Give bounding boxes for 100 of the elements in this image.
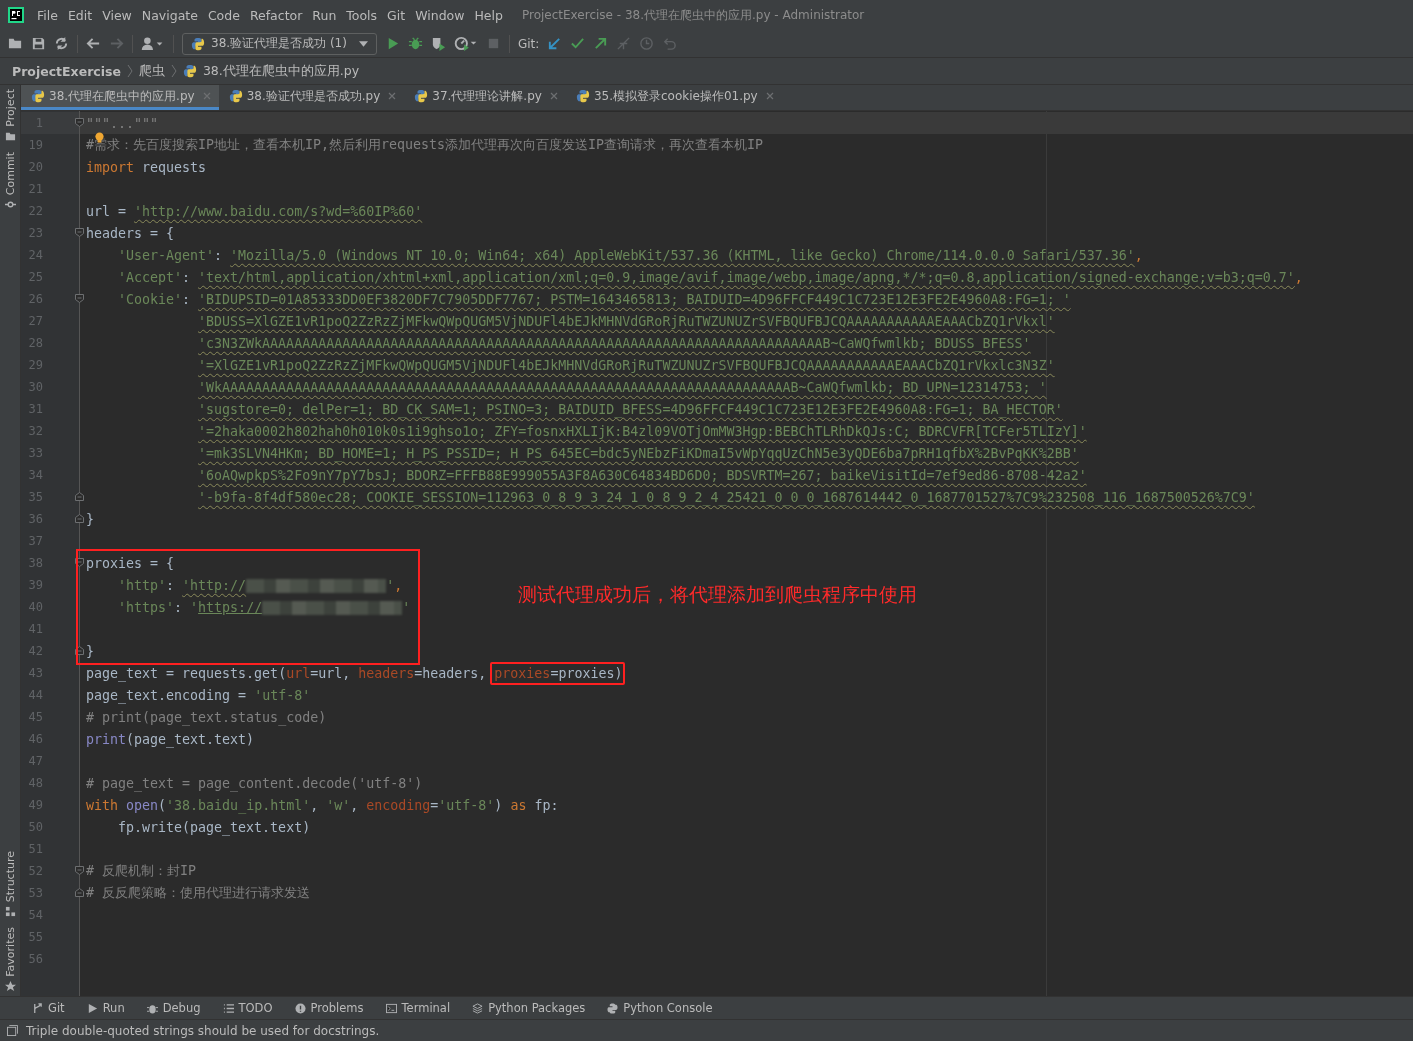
editor-tab[interactable]: 38.验证代理是否成功.py bbox=[218, 85, 405, 110]
side-tool-button[interactable]: Project bbox=[0, 89, 20, 142]
tool-window-button[interactable]: Python Packages bbox=[472, 1001, 586, 1015]
menu-item[interactable]: Refactor bbox=[244, 7, 308, 23]
panel-icon[interactable] bbox=[7, 1025, 18, 1036]
menu-item[interactable]: File bbox=[32, 7, 63, 23]
code-line: #需求：先百度搜索IP地址，查看本机IP,然后利用requests添加代理再次向百度发送IP查询请求，再次查看本机IP bbox=[86, 136, 764, 154]
tool-window-button[interactable]: Git bbox=[32, 1001, 65, 1015]
app-logo-icon bbox=[8, 7, 24, 23]
tool-window-button[interactable]: Run bbox=[86, 1001, 125, 1015]
breadcrumb-item[interactable]: 爬虫 bbox=[138, 62, 165, 80]
fold-icon[interactable] bbox=[75, 646, 84, 655]
code-line: 'https': 'https:// ' bbox=[118, 599, 411, 615]
breadcrumb-item[interactable]: ProjectExercise bbox=[12, 63, 121, 79]
code-line: 'sugstore=0; delPer=1; BD_CK_SAM=1; PSINO=3; BAIDUID_BFESS=4D96FFCF449C1C723E12E3FE2E4960A8:FG=1; BA_HECTOR' bbox=[198, 401, 1063, 417]
editor-tab[interactable]: 35.模拟登录cookie操作01.py bbox=[565, 85, 782, 110]
annotation-text: 测试代理成功后，将代理添加到爬虫程序中使用 bbox=[518, 582, 917, 607]
folder-icon bbox=[4, 130, 16, 142]
code-line: page_text = requests.get(url=url, headers=headers, proxies=proxies) bbox=[86, 665, 623, 681]
breadcrumb-item[interactable]: 38.代理在爬虫中的应用.py bbox=[202, 62, 360, 80]
bug-icon[interactable] bbox=[407, 36, 423, 51]
menu-item[interactable]: Edit bbox=[62, 7, 98, 23]
code-line: } bbox=[86, 643, 94, 659]
fold-icon[interactable] bbox=[75, 558, 84, 567]
fold-icon[interactable] bbox=[75, 118, 84, 127]
python-file-icon bbox=[575, 89, 590, 103]
python-file-icon bbox=[414, 89, 429, 103]
side-tool-button[interactable]: Structure bbox=[0, 851, 20, 918]
side-tool-button[interactable]: Commit bbox=[0, 151, 20, 210]
chevron-icon bbox=[170, 64, 177, 78]
code-line: } bbox=[86, 511, 94, 527]
down-left-arrow-icon[interactable] bbox=[547, 36, 563, 51]
code-line: fp.write(page_text.text) bbox=[118, 819, 311, 835]
code-line: 'WkAAAAAAAAAAAAAAAAAAAAAAAAAAAAAAAAAAAAAAAAAAAAAAAAAAAAAAAAAAAAAAAAAAAAAAAB~CaWQfwmlkb; BD_UPN=12314753; ' bbox=[198, 379, 1047, 395]
code-line: page_text.encoding = 'utf-8' bbox=[86, 687, 311, 703]
code-line: 'Cookie': 'BIDUPSID=01A85333DD0EF3820DF7C7905DDF7767; PSTM=1643465813; BAIDUID=4D96FFCF449C1C723E12E3FE2E4960A8:FG=1; ' bbox=[118, 291, 1071, 307]
code-line: # 反爬机制：封IP bbox=[86, 862, 197, 880]
code-line: 'http': 'http:// ', bbox=[118, 577, 403, 593]
python-file-icon bbox=[191, 36, 205, 51]
terminal-icon bbox=[385, 1002, 397, 1014]
caret-icon bbox=[358, 40, 368, 47]
menu-item[interactable]: Code bbox=[202, 7, 245, 23]
shield-run-icon[interactable] bbox=[430, 36, 446, 51]
up-right-arrow-icon[interactable] bbox=[593, 36, 609, 51]
code-line: with open('38.baidu_ip.html', 'w', encoding='utf-8') as fp: bbox=[86, 797, 559, 813]
window-title: ProjectExercise - 38.代理在爬虫中的应用.py - Administrator bbox=[521, 6, 865, 24]
fold-icon[interactable] bbox=[75, 228, 84, 237]
code-line: '=XlGZE1vR1poQ2ZzRzZjMFkwQWpQUGM5VjNDUFl4bEJkMHNVdGRoRjRuTWZUNUZrSVFBQUFBJCQAAAAAAAAAAAEAAACbZQ1rVkxlc3N3Z' bbox=[198, 357, 1055, 373]
fold-icon[interactable] bbox=[75, 514, 84, 523]
back-arrow-icon[interactable] bbox=[86, 36, 101, 51]
python-icon bbox=[607, 1002, 619, 1014]
run-configuration-dropdown[interactable]: 38.验证代理是否成功 (1) bbox=[182, 32, 377, 55]
gauge-run-icon[interactable] bbox=[453, 36, 478, 51]
code-line: # page_text = page_content.decode('utf-8') bbox=[86, 775, 423, 791]
code-line: # 反反爬策略：使用代理进行请求发送 bbox=[86, 884, 310, 902]
sync-icon[interactable] bbox=[54, 36, 69, 51]
folder-icon[interactable] bbox=[8, 36, 23, 51]
git-label: Git: bbox=[517, 36, 540, 51]
side-tool-button[interactable]: Favorites bbox=[0, 927, 20, 992]
editor-tab[interactable]: 38.代理在爬虫中的应用.py bbox=[21, 85, 219, 110]
python-file-icon bbox=[182, 64, 197, 78]
code-line: '6oAQwpkpS%2Fo9nY7pY7bsJ; BDORZ=FFFB88E999055A3F8A630C64834BD6D0; BDSVRTM=267; baikeVisitId=7ef9ed86-8708-42a2' bbox=[198, 467, 1087, 483]
star-icon bbox=[4, 981, 16, 992]
bug-icon bbox=[146, 1002, 158, 1014]
menu-item[interactable]: Run bbox=[307, 7, 342, 23]
undo-icon[interactable] bbox=[662, 36, 678, 51]
checkmark-icon[interactable] bbox=[570, 36, 586, 51]
close-icon[interactable] bbox=[388, 92, 397, 100]
editor-tab[interactable]: 37.代理理论讲解.py bbox=[404, 85, 566, 110]
tool-window-button[interactable]: Terminal bbox=[385, 1001, 451, 1015]
menu-item[interactable]: Git bbox=[382, 7, 411, 23]
tool-window-button[interactable]: Python Console bbox=[607, 1001, 713, 1015]
fold-icon[interactable] bbox=[75, 866, 84, 875]
menu-item[interactable]: Help bbox=[469, 7, 508, 23]
tool-window-button[interactable]: TODO bbox=[222, 1001, 273, 1015]
code-line: headers = { bbox=[86, 225, 175, 241]
code-line: proxies = { bbox=[86, 555, 175, 571]
play-icon bbox=[86, 1002, 98, 1014]
close-icon[interactable] bbox=[549, 92, 558, 100]
chevron-icon bbox=[126, 64, 133, 78]
clock-icon[interactable] bbox=[639, 36, 655, 51]
python-file-icon bbox=[31, 89, 45, 103]
menu-item[interactable]: Navigate bbox=[136, 7, 203, 23]
tool-window-button[interactable]: Debug bbox=[146, 1001, 201, 1015]
merge-icon[interactable] bbox=[616, 36, 632, 51]
status-message: Triple double-quoted strings should be used for docstrings. bbox=[26, 1023, 380, 1038]
menu-item[interactable]: View bbox=[97, 7, 137, 23]
fold-icon[interactable] bbox=[75, 294, 84, 303]
save-icon[interactable] bbox=[31, 36, 46, 51]
fold-icon[interactable] bbox=[75, 888, 84, 897]
list-icon bbox=[222, 1002, 234, 1014]
close-icon[interactable] bbox=[765, 92, 774, 100]
menu-item[interactable]: Tools bbox=[341, 7, 383, 23]
tool-window-button[interactable]: Problems bbox=[294, 1001, 364, 1015]
code-line: 'User-Agent': 'Mozilla/5.0 (Windows NT 10.0; Win64; x64) AppleWebKit/537.36 (KHTML, like Gecko) Chrome/114.0.0.0 Safari/537.36', bbox=[118, 247, 1143, 263]
code-line: '=2haka0002h802hah0h010k0s1i9ghso1o; ZFY=fosnxHXLIjK:B4zl09VOTjOmMW3Hgp:BEBChTLRhDkQJs:C; BDRCVFR[TCFer5TLIzY]' bbox=[198, 423, 1087, 439]
code-line: 'c3N3ZWkAAAAAAAAAAAAAAAAAAAAAAAAAAAAAAAAAAAAAAAAAAAAAAAAAAAAAAAAAAAAAAAAAAAAAAB~CaWQfwmlkb; BDUSS_BFESS' bbox=[198, 335, 1031, 351]
fold-icon[interactable] bbox=[75, 492, 84, 501]
menu-item[interactable]: Window bbox=[410, 7, 470, 23]
forward-arrow-icon[interactable] bbox=[109, 36, 124, 51]
